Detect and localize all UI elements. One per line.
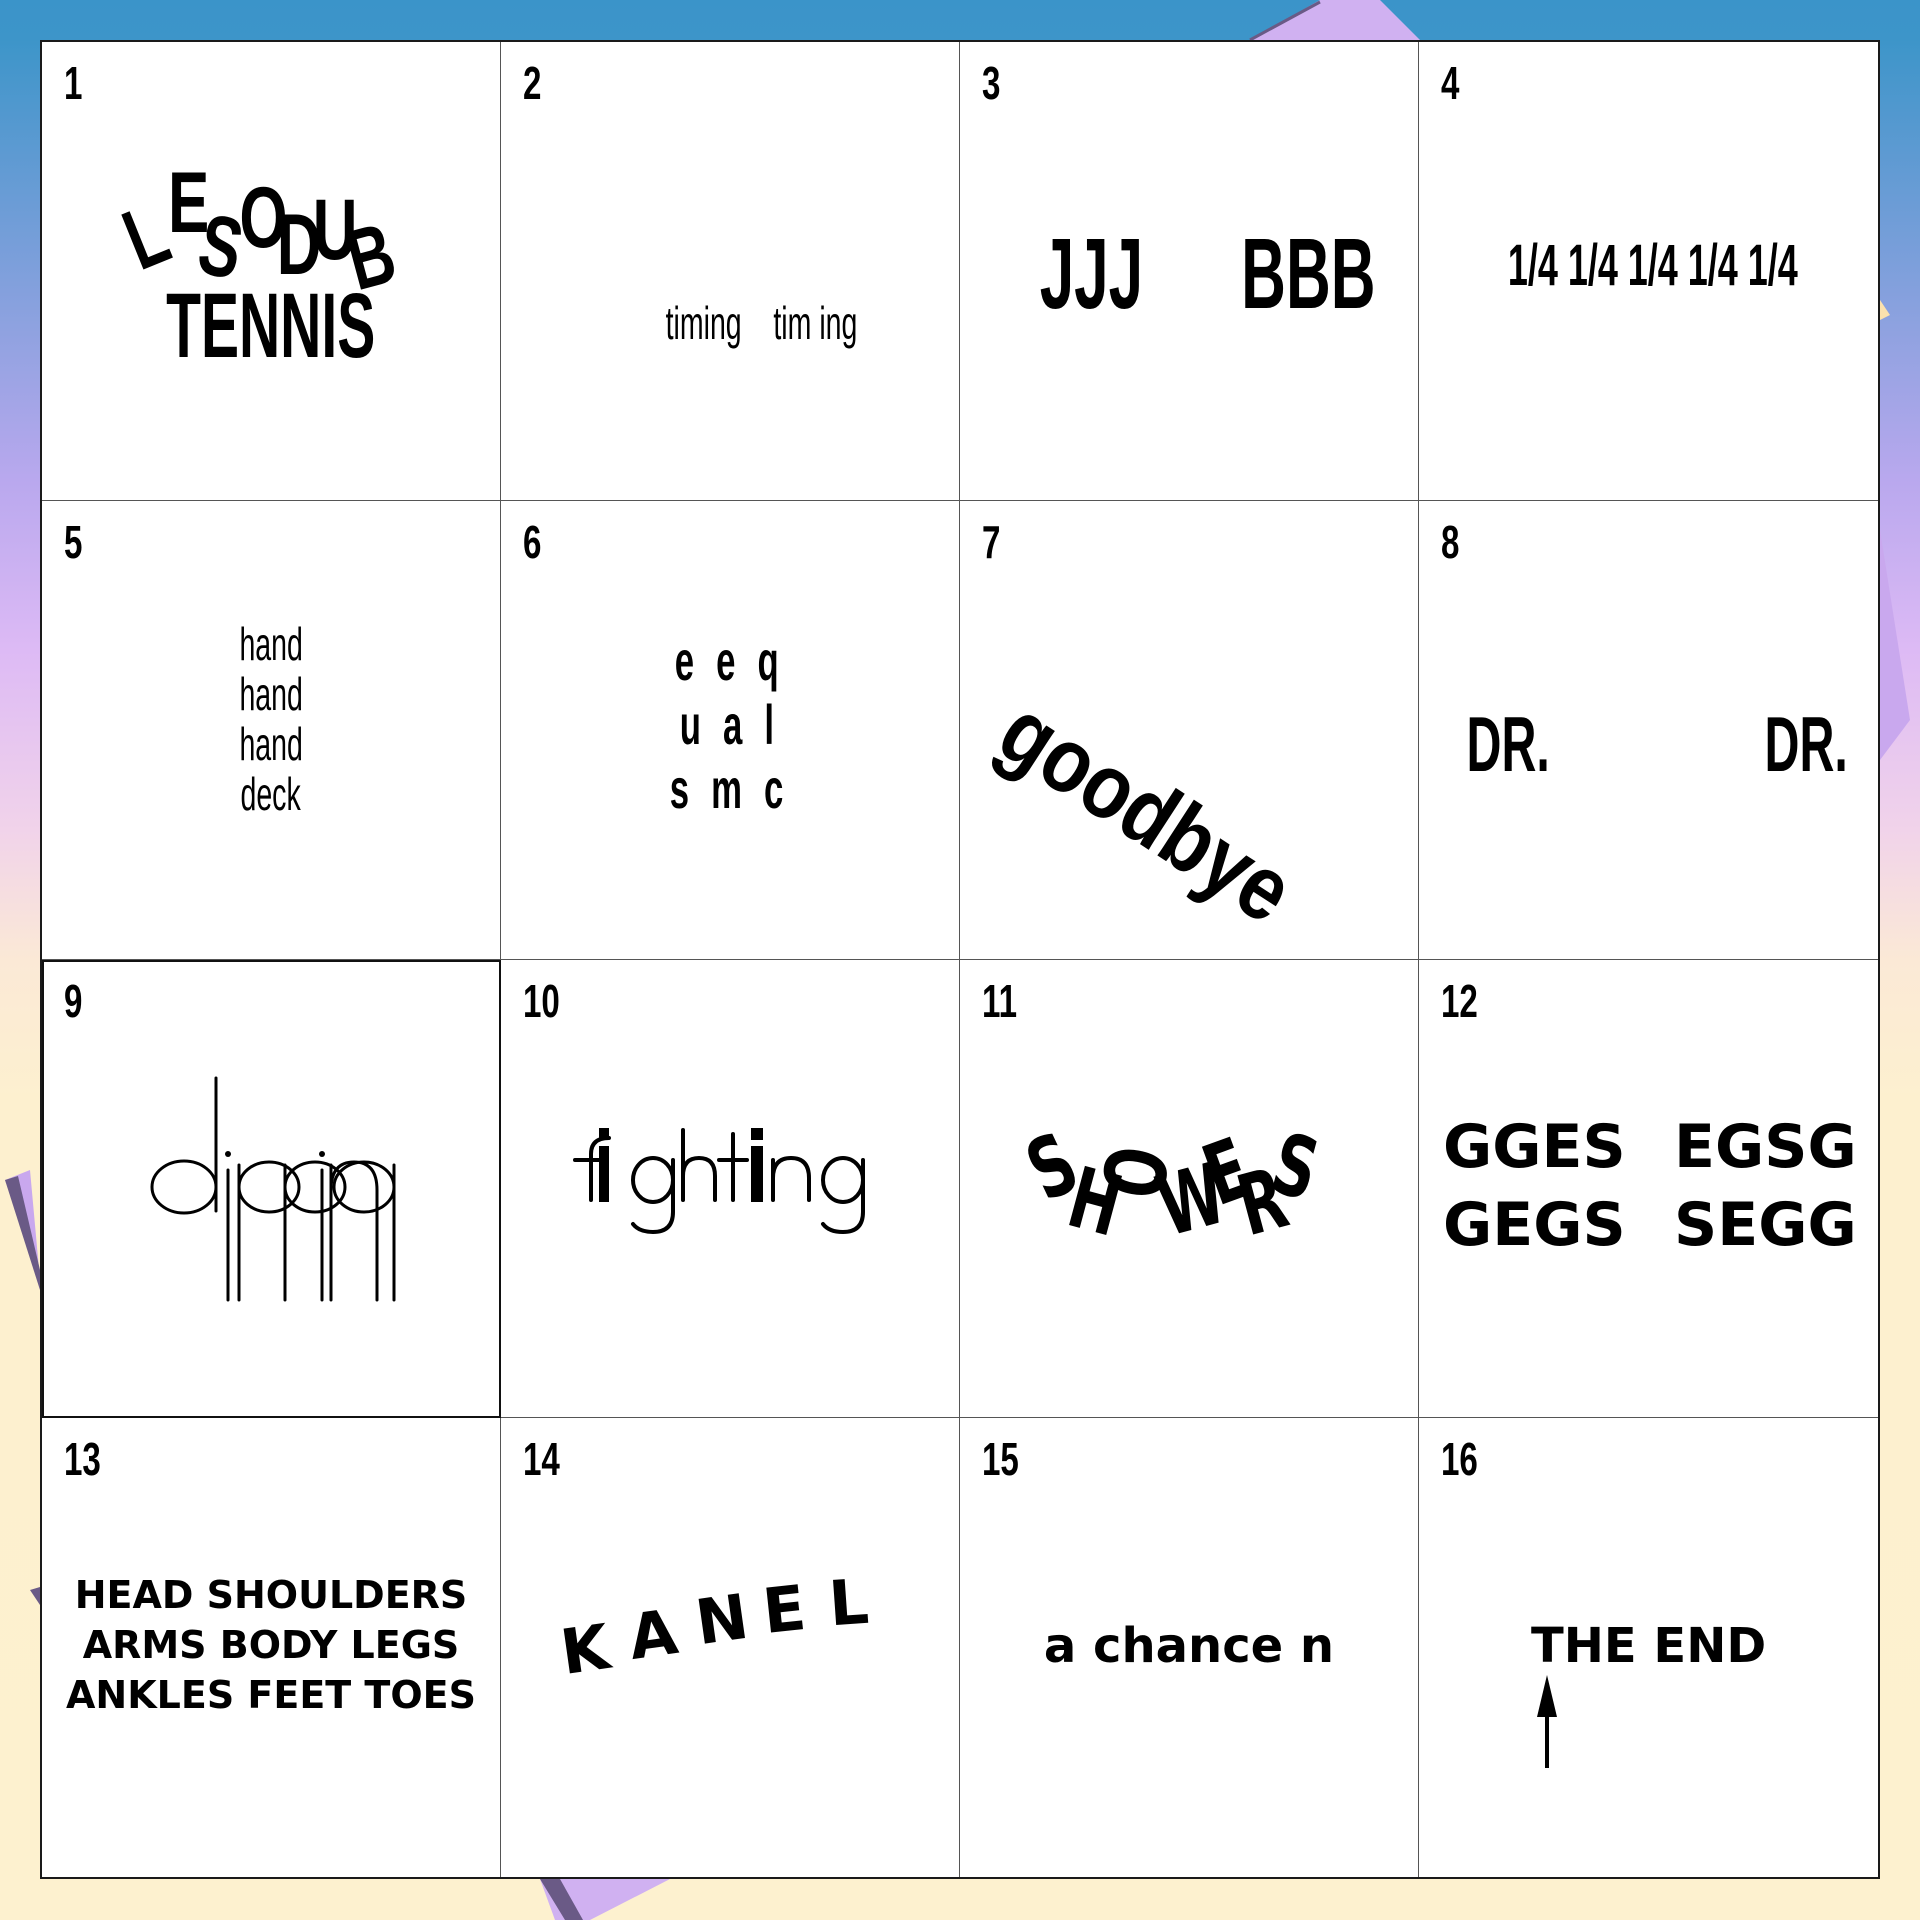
puzzle-cell-16[interactable]: 16 THE END: [1419, 1418, 1878, 1877]
puzzle-cell-11[interactable]: 11 S H O W E R S: [960, 959, 1419, 1419]
puzzle-cell-10[interactable]: 10: [501, 959, 960, 1419]
cell-number: 14: [523, 1433, 560, 1486]
cell-number: 11: [982, 974, 1018, 1027]
letter: N: [691, 1579, 753, 1660]
line: u a l: [679, 692, 781, 756]
puzzle-cell-15[interactable]: 15 a chance n: [960, 1418, 1419, 1877]
letter: A: [624, 1595, 682, 1675]
line: ANKLES FEET TOES: [65, 1673, 476, 1718]
puzzle-text-right: DR.: [1764, 699, 1848, 788]
puzzle-text: HEAD SHOULDERS ARMS BODY LEGS ANKLES FEE…: [42, 1570, 500, 1720]
cell-number: 15: [982, 1433, 1019, 1486]
letter: K: [556, 1610, 614, 1690]
puzzle-text: TENNIS: [166, 275, 376, 377]
puzzle-cell-3[interactable]: 3 JJJ BBB: [960, 42, 1419, 501]
letter: L: [826, 1564, 872, 1641]
cell-number: 16: [1441, 1433, 1478, 1486]
cell-number: 2: [523, 57, 542, 109]
line: ARMS BODY LEGS: [82, 1623, 460, 1668]
puzzle-text-left: GGES GEGS: [1443, 1108, 1626, 1264]
cell-number: 9: [64, 974, 83, 1027]
puzzle-cell-8[interactable]: 8 DR. DR.: [1419, 500, 1878, 960]
cell-number: 7: [982, 515, 1001, 568]
word: SEGG: [1674, 1189, 1857, 1260]
puzzle-text: a chance n: [1043, 1618, 1335, 1675]
lilac-shape-top: [1250, 0, 1420, 40]
puzzle-cell-7[interactable]: 7 goodbye: [960, 500, 1419, 960]
puzzle-text: THE END: [1531, 1618, 1767, 1675]
letter: E: [759, 1571, 810, 1649]
puzzle-cell-5[interactable]: 5 hand hand hand deck: [42, 500, 501, 960]
puzzle-text-left: DR.: [1466, 699, 1550, 788]
shadow-shape-left-2: [30, 1587, 40, 1605]
cell-number: 3: [982, 57, 1001, 109]
cell-number: 12: [1441, 974, 1478, 1027]
puzzle-cell-12[interactable]: 12 GGES GEGS EGSG SEGG: [1419, 959, 1878, 1419]
puzzle-text-right: BBB: [1241, 218, 1376, 330]
cell-number: 13: [64, 1433, 101, 1486]
lilac-shape-right: [1880, 530, 1910, 760]
fighting-lettering: [573, 1127, 865, 1234]
puzzle-text: goodbye: [981, 679, 1311, 943]
puzzle-text: hand hand hand deck: [42, 619, 500, 819]
puzzle-cell-6[interactable]: 6 e e q u a l s m c: [501, 500, 960, 960]
puzzle-cell-4[interactable]: 4 1/4 1/4 1/4 1/4 1/4: [1419, 42, 1878, 501]
dipping-lettering: [150, 1076, 396, 1301]
yellow-shape-right: [1880, 300, 1890, 320]
line: hand: [239, 667, 303, 720]
word: GEGS: [1443, 1189, 1626, 1260]
word: GGES: [1443, 1111, 1626, 1182]
word: tim ing: [773, 297, 858, 349]
line: HEAD SHOULDERS: [74, 1573, 468, 1618]
cell-number: 8: [1441, 515, 1460, 568]
cell-number: 4: [1441, 57, 1460, 109]
arrow-up-icon: [1537, 1675, 1557, 1769]
puzzle-text-left: JJJ: [1039, 218, 1144, 330]
line: hand: [239, 617, 303, 670]
puzzle-grid: 1 L E S O D U B TENNIS 2 timing tim ing …: [40, 40, 1880, 1879]
puzzle-cell-1[interactable]: 1 L E S O D U B TENNIS: [42, 42, 501, 501]
cell-number: 10: [523, 974, 560, 1027]
puzzle-text: e e q u a l s m c: [501, 629, 959, 821]
puzzle-text: timing tim ing: [501, 242, 959, 404]
line: e e q: [674, 628, 786, 692]
scattered-letters: L E S O D U B: [42, 42, 500, 500]
line: hand: [239, 717, 303, 770]
cell-number: 5: [64, 515, 83, 568]
puzzle-text: 1/4 1/4 1/4 1/4 1/4: [1507, 233, 1798, 298]
line: deck: [240, 767, 302, 820]
puzzle-cell-14[interactable]: 14 K A N E L: [501, 1418, 960, 1877]
puzzle-cell-9[interactable]: 9: [42, 959, 501, 1419]
word: timing: [665, 297, 742, 349]
puzzle-text-right: EGSG SEGG: [1674, 1108, 1857, 1264]
letter: S: [1262, 1113, 1329, 1220]
puzzle-cell-2[interactable]: 2 timing tim ing: [501, 42, 960, 501]
line: s m c: [670, 756, 790, 820]
puzzle-cell-13[interactable]: 13 HEAD SHOULDERS ARMS BODY LEGS ANKLES …: [42, 1418, 501, 1877]
cell-number: 6: [523, 515, 542, 568]
word: EGSG: [1674, 1111, 1857, 1182]
